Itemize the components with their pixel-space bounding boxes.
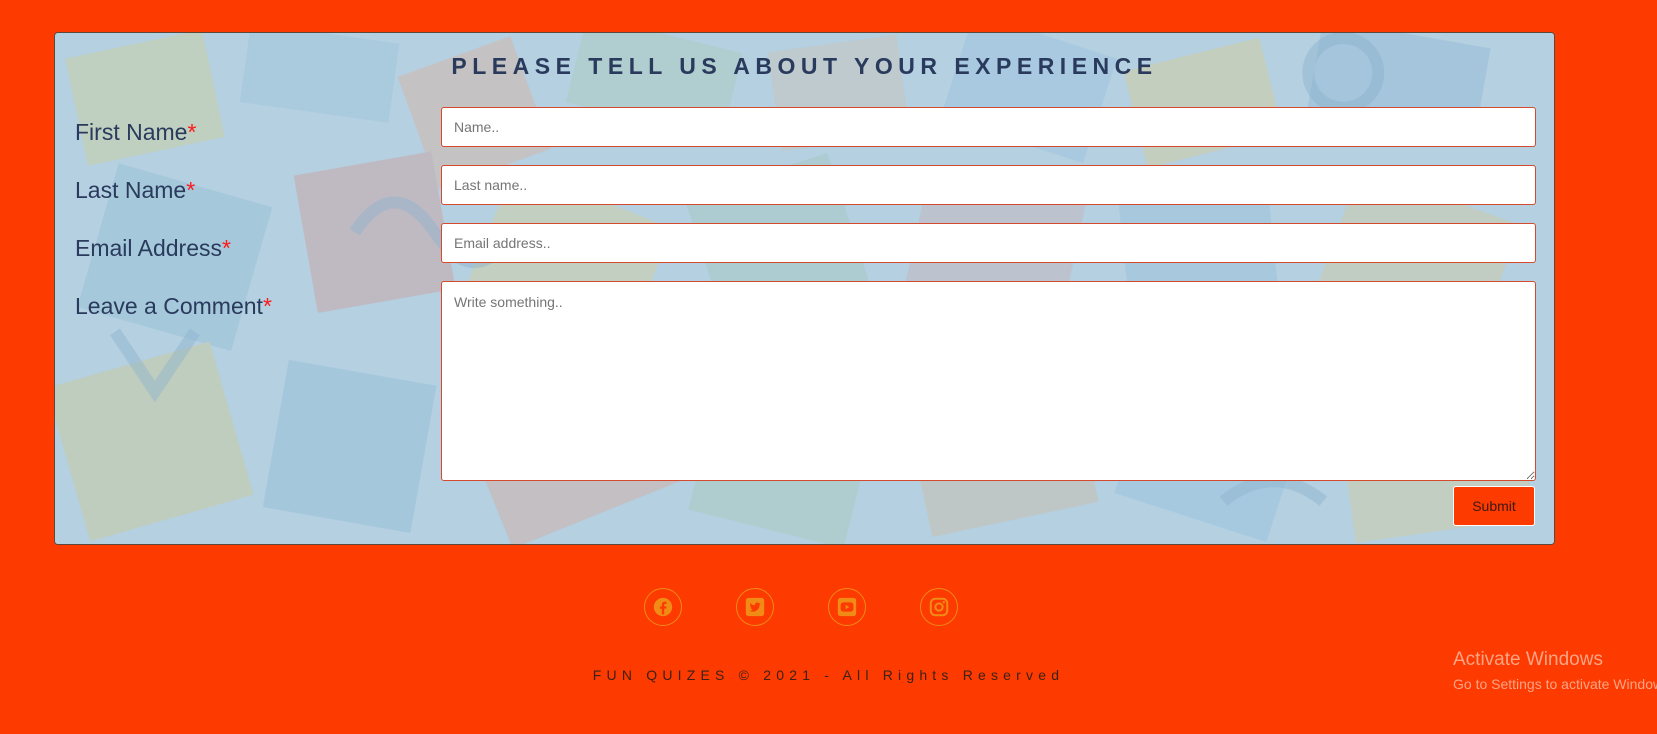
- first-name-label: First Name*: [75, 119, 196, 146]
- last-name-label: Last Name*: [75, 177, 195, 204]
- form-title: PLEASE TELL US ABOUT YOUR EXPERIENCE: [451, 53, 1158, 79]
- copyright-text: FUN QUIZES © 2021 - All Rights Reserved: [592, 667, 1065, 683]
- required-mark: *: [186, 177, 196, 203]
- windows-activation-watermark: Activate Windows Go to Settings to activ…: [1453, 648, 1657, 694]
- youtube-icon: [837, 597, 857, 617]
- twitter-icon: [745, 597, 765, 617]
- watermark-title: Activate Windows: [1453, 649, 1603, 670]
- last-name-label-text: Last Name: [75, 177, 187, 203]
- required-mark: *: [262, 293, 272, 319]
- last-name-input[interactable]: [441, 165, 1536, 205]
- instagram-icon: [929, 597, 949, 617]
- comment-label-text: Leave a Comment: [75, 293, 263, 319]
- comment-label: Leave a Comment*: [75, 293, 272, 320]
- facebook-link[interactable]: [644, 588, 682, 626]
- youtube-link[interactable]: [828, 588, 866, 626]
- page: PLEASE TELL US ABOUT YOUR EXPERIENCE Fir…: [0, 0, 1657, 734]
- first-name-input[interactable]: [441, 107, 1536, 147]
- required-mark: *: [222, 235, 231, 261]
- email-label: Email Address*: [75, 235, 231, 262]
- comment-textarea[interactable]: [441, 281, 1536, 481]
- email-label-text: Email Address: [75, 235, 223, 261]
- first-name-label-text: First Name: [75, 119, 188, 145]
- twitter-link[interactable]: [736, 588, 774, 626]
- instagram-link[interactable]: [920, 588, 958, 626]
- submit-button[interactable]: Submit: [1453, 486, 1535, 526]
- facebook-icon: [653, 597, 673, 617]
- required-mark: *: [187, 119, 197, 145]
- social-links: [644, 588, 958, 626]
- feedback-form-card: PLEASE TELL US ABOUT YOUR EXPERIENCE Fir…: [54, 32, 1555, 545]
- watermark-subtitle: Go to Settings to activate Windows.: [1453, 676, 1657, 692]
- email-input[interactable]: [441, 223, 1536, 263]
